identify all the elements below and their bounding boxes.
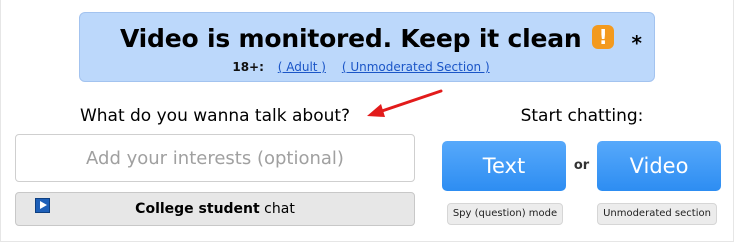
banner-title: Video is monitored. Keep it clean ! bbox=[80, 24, 654, 53]
exclamation-icon: ! bbox=[592, 25, 615, 49]
unmoderated-section-button[interactable]: Unmoderated section bbox=[597, 203, 717, 225]
banner-subtitle: 18+: ( Adult ) ( Unmoderated Section ) bbox=[80, 60, 654, 74]
or-label: or bbox=[573, 158, 590, 173]
play-icon bbox=[35, 198, 50, 213]
adult-link[interactable]: ( Adult ) bbox=[278, 60, 326, 74]
text-chat-button[interactable]: Text bbox=[442, 141, 566, 191]
banner-title-text: Video is monitored. Keep it clean bbox=[119, 24, 582, 53]
college-rest-label: chat bbox=[259, 201, 295, 217]
college-bold-label: College student bbox=[135, 201, 260, 217]
unmoderated-section-link[interactable]: ( Unmoderated Section ) bbox=[342, 60, 490, 74]
start-chatting-label: Start chatting: bbox=[520, 106, 644, 126]
monitoring-banner: Video is monitored. Keep it clean ! * 18… bbox=[79, 12, 655, 82]
star-marker: * bbox=[631, 31, 642, 55]
college-student-chat-button[interactable]: College student chat bbox=[15, 192, 415, 226]
red-arrow-icon bbox=[367, 89, 443, 117]
spy-mode-button[interactable]: Spy (question) mode bbox=[447, 203, 563, 225]
interests-input[interactable] bbox=[15, 134, 415, 182]
video-chat-button[interactable]: Video bbox=[597, 141, 721, 191]
age-label: 18+: bbox=[232, 60, 264, 74]
interests-question: What do you wanna talk about? bbox=[79, 106, 351, 126]
